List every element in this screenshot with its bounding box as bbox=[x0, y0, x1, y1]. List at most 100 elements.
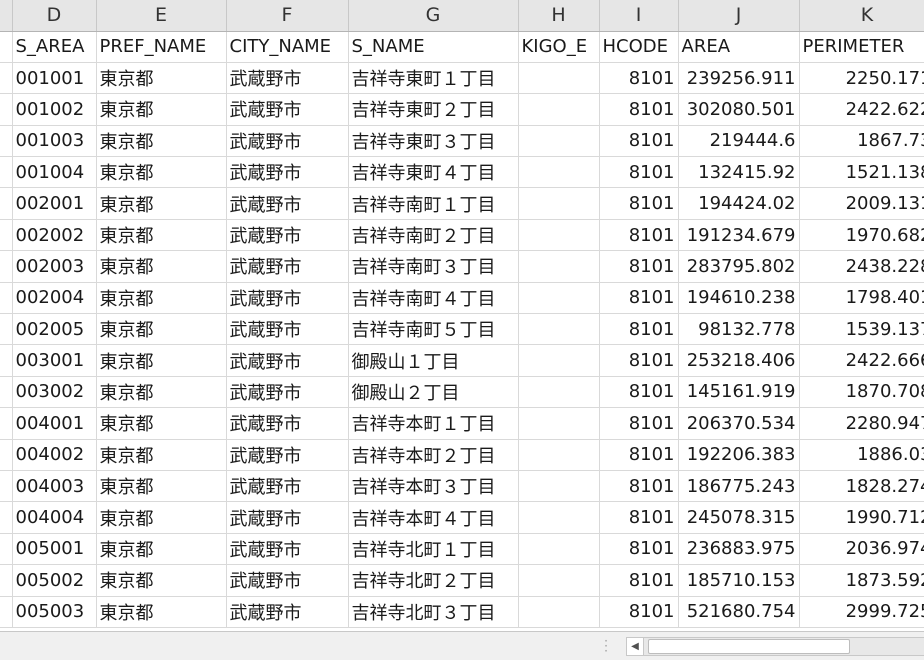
cell[interactable]: 194424.02 bbox=[678, 187, 800, 220]
cell[interactable]: 吉祥寺本町４丁目 bbox=[348, 501, 519, 534]
cell[interactable] bbox=[0, 219, 13, 252]
cell[interactable]: 東京都 bbox=[96, 125, 227, 158]
cell[interactable] bbox=[0, 93, 13, 126]
field-name-cell[interactable]: S_NAME bbox=[348, 31, 519, 63]
cell[interactable]: 東京都 bbox=[96, 250, 227, 283]
cell[interactable]: 武蔵野市 bbox=[226, 344, 349, 377]
cell[interactable]: 8101 bbox=[599, 439, 679, 471]
cell[interactable]: 東京都 bbox=[96, 156, 227, 189]
cell[interactable]: 吉祥寺本町１丁目 bbox=[348, 407, 519, 440]
column-header-j[interactable]: J bbox=[678, 0, 800, 32]
cell[interactable] bbox=[0, 187, 13, 220]
horizontal-scroll-thumb[interactable] bbox=[648, 639, 850, 654]
cell[interactable]: 1873.592 bbox=[799, 564, 924, 597]
cell[interactable]: 245078.315 bbox=[678, 501, 800, 534]
cell[interactable]: 武蔵野市 bbox=[226, 407, 349, 440]
cell[interactable]: 武蔵野市 bbox=[226, 156, 349, 189]
cell[interactable]: 192206.383 bbox=[678, 439, 800, 471]
cell[interactable]: 283795.802 bbox=[678, 250, 800, 283]
chevron-left-icon[interactable]: ◀ bbox=[626, 637, 644, 656]
cell[interactable]: 004003 bbox=[12, 470, 97, 503]
cell[interactable]: 8101 bbox=[599, 282, 679, 315]
cell[interactable]: 武蔵野市 bbox=[226, 564, 349, 597]
column-header-k[interactable]: K bbox=[799, 0, 924, 32]
cell[interactable] bbox=[518, 533, 600, 566]
field-name-cell[interactable]: PERIMETER bbox=[799, 31, 924, 63]
cell[interactable]: 東京都 bbox=[96, 62, 227, 95]
cell[interactable]: 東京都 bbox=[96, 93, 227, 126]
field-name-cell[interactable]: AREA bbox=[678, 31, 800, 63]
column-header-h[interactable]: H bbox=[518, 0, 600, 32]
cell[interactable]: 武蔵野市 bbox=[226, 596, 349, 628]
cell[interactable]: 吉祥寺南町２丁目 bbox=[348, 219, 519, 252]
cell[interactable]: 521680.754 bbox=[678, 596, 800, 628]
cell[interactable]: 8101 bbox=[599, 596, 679, 628]
cell[interactable]: 1867.73 bbox=[799, 125, 924, 158]
cell[interactable]: 239256.911 bbox=[678, 62, 800, 95]
cell[interactable]: 2280.947 bbox=[799, 407, 924, 440]
cell[interactable]: 1990.712 bbox=[799, 501, 924, 534]
cell[interactable]: 003002 bbox=[12, 376, 97, 409]
cell[interactable]: 236883.975 bbox=[678, 533, 800, 566]
cell[interactable] bbox=[518, 156, 600, 189]
cell[interactable] bbox=[0, 407, 13, 440]
cell[interactable]: 8101 bbox=[599, 407, 679, 440]
cell[interactable]: 004002 bbox=[12, 439, 97, 471]
cell[interactable]: 武蔵野市 bbox=[226, 501, 349, 534]
cell[interactable]: 005002 bbox=[12, 564, 97, 597]
column-header-e[interactable]: E bbox=[96, 0, 227, 32]
cell[interactable]: 東京都 bbox=[96, 533, 227, 566]
cell[interactable]: 1970.682 bbox=[799, 219, 924, 252]
cell[interactable]: 194610.238 bbox=[678, 282, 800, 315]
cell[interactable]: 東京都 bbox=[96, 439, 227, 471]
cell[interactable] bbox=[0, 62, 13, 95]
cell[interactable]: 武蔵野市 bbox=[226, 219, 349, 252]
cell[interactable]: 御殿山２丁目 bbox=[348, 376, 519, 409]
cell[interactable] bbox=[518, 219, 600, 252]
cell[interactable]: 8101 bbox=[599, 470, 679, 503]
cell[interactable]: 004001 bbox=[12, 407, 97, 440]
cell[interactable]: 吉祥寺東町１丁目 bbox=[348, 62, 519, 95]
cell[interactable]: 東京都 bbox=[96, 564, 227, 597]
cell[interactable]: 8101 bbox=[599, 156, 679, 189]
cell[interactable]: 吉祥寺南町１丁目 bbox=[348, 187, 519, 220]
cell[interactable] bbox=[518, 407, 600, 440]
cell[interactable] bbox=[0, 533, 13, 566]
cell[interactable]: 東京都 bbox=[96, 376, 227, 409]
cell[interactable]: 98132.778 bbox=[678, 313, 800, 346]
cell[interactable]: 東京都 bbox=[96, 313, 227, 346]
cell[interactable] bbox=[0, 596, 13, 628]
cell[interactable]: 003001 bbox=[12, 344, 97, 377]
column-header-prev[interactable] bbox=[0, 0, 13, 32]
cell[interactable]: 吉祥寺南町５丁目 bbox=[348, 313, 519, 346]
cell[interactable]: 002002 bbox=[12, 219, 97, 252]
cell[interactable]: 2438.228 bbox=[799, 250, 924, 283]
cell[interactable]: 東京都 bbox=[96, 470, 227, 503]
cell[interactable]: 302080.501 bbox=[678, 93, 800, 126]
cell[interactable]: 8101 bbox=[599, 376, 679, 409]
cell[interactable] bbox=[0, 125, 13, 158]
cell[interactable]: 8101 bbox=[599, 250, 679, 283]
cell[interactable]: 武蔵野市 bbox=[226, 93, 349, 126]
cell[interactable]: 1521.138 bbox=[799, 156, 924, 189]
cell[interactable]: 206370.534 bbox=[678, 407, 800, 440]
cell[interactable]: 132415.92 bbox=[678, 156, 800, 189]
cell[interactable]: 武蔵野市 bbox=[226, 250, 349, 283]
cell[interactable]: 武蔵野市 bbox=[226, 533, 349, 566]
cell[interactable]: 武蔵野市 bbox=[226, 313, 349, 346]
cell[interactable]: 001004 bbox=[12, 156, 97, 189]
column-header-f[interactable]: F bbox=[226, 0, 349, 32]
cell[interactable]: 1539.137 bbox=[799, 313, 924, 346]
cell[interactable]: 219444.6 bbox=[678, 125, 800, 158]
cell[interactable]: 8101 bbox=[599, 62, 679, 95]
cell[interactable] bbox=[518, 439, 600, 471]
cell[interactable]: 8101 bbox=[599, 501, 679, 534]
cell[interactable]: 8101 bbox=[599, 125, 679, 158]
column-header-g[interactable]: G bbox=[348, 0, 519, 32]
cell[interactable]: 8101 bbox=[599, 219, 679, 252]
cell[interactable] bbox=[518, 125, 600, 158]
cell[interactable] bbox=[0, 564, 13, 597]
cell[interactable]: 8101 bbox=[599, 187, 679, 220]
cell[interactable] bbox=[518, 62, 600, 95]
cell[interactable] bbox=[518, 250, 600, 283]
